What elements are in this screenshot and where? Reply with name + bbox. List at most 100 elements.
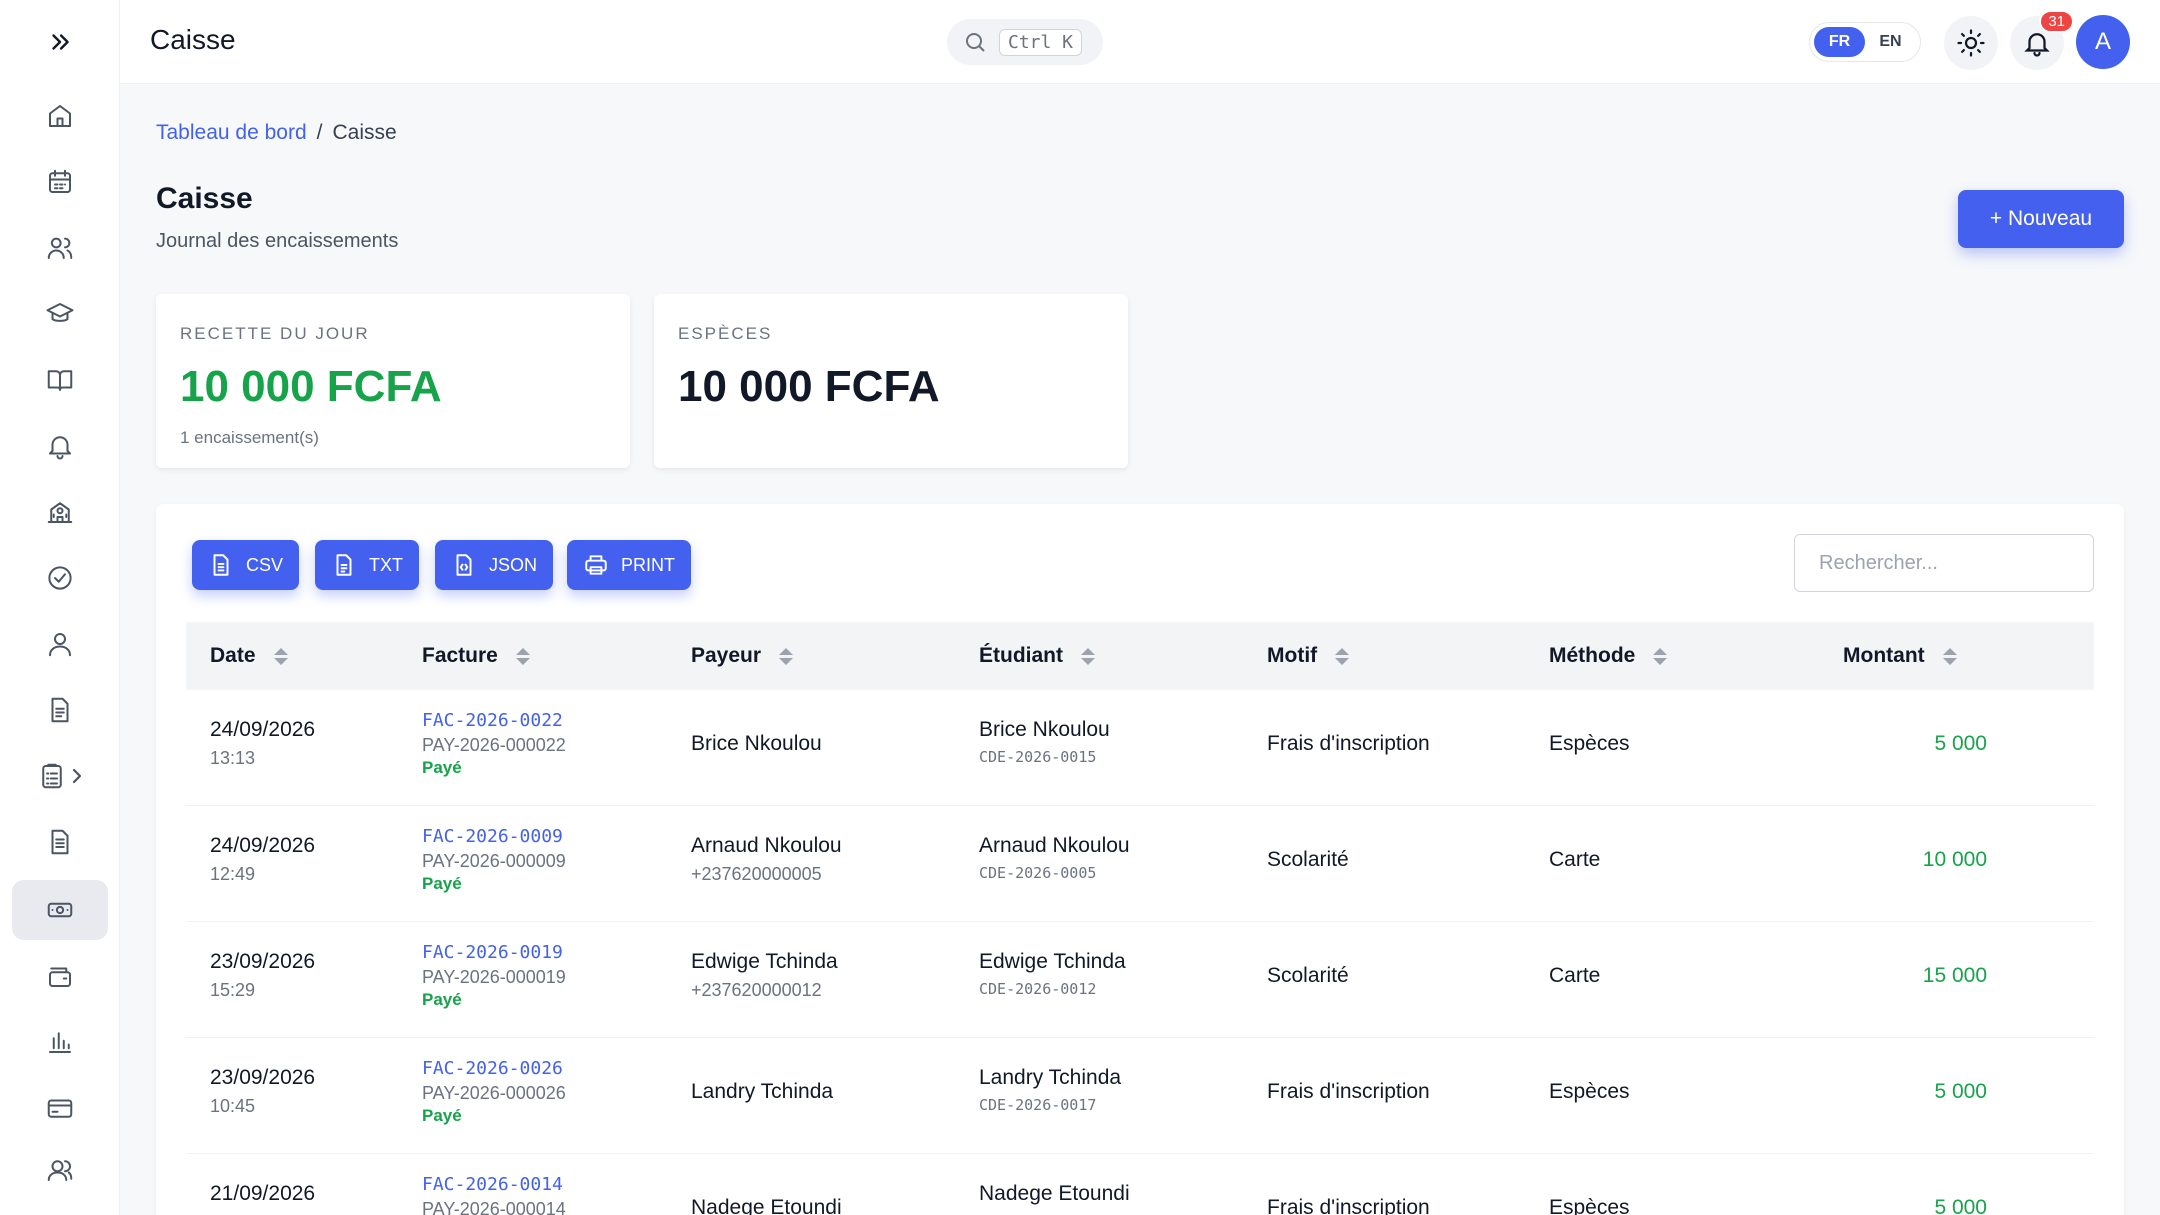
sidebar-item-graduation[interactable] (12, 284, 108, 344)
payer-name: Nadege Etoundi (691, 1196, 842, 1215)
stat-value: 10 000 FCFA (180, 362, 442, 411)
sidebar-item-school[interactable] (12, 482, 108, 542)
transactions-panel: CSV TXT JSON PRINT Date Facture Payeur É… (156, 504, 2124, 1215)
lang-fr-option[interactable]: FR (1814, 27, 1865, 57)
breadcrumb-separator: / (316, 121, 323, 144)
document-icon (51, 697, 69, 723)
column-header-method[interactable]: Méthode (1549, 622, 1668, 690)
column-header-reason[interactable]: Motif (1267, 622, 1350, 690)
cash-icon (47, 902, 73, 918)
sidebar-item-documents[interactable] (12, 680, 108, 740)
notifications-button[interactable]: 31 (2010, 10, 2074, 70)
column-label: Motif (1267, 644, 1318, 667)
breadcrumb-current: Caisse (332, 121, 397, 144)
print-button[interactable]: PRINT (567, 540, 691, 590)
column-header-student[interactable]: Étudiant (979, 622, 1095, 690)
export-csv-label: CSV (246, 554, 284, 575)
table-row[interactable]: 23/09/2026 15:29 FAC-2026-0019 PAY-2026-00… (186, 922, 2094, 1038)
table-row[interactable]: 24/09/2026 12:49 FAC-2026-0009 PAY-2026-00… (186, 806, 2094, 922)
column-header-amount[interactable]: Montant (1843, 622, 1957, 690)
sidebar-item-payments[interactable] (12, 1078, 108, 1138)
sidebar-item-reports[interactable] (12, 1012, 108, 1072)
sidebar-item-calendar[interactable] (12, 152, 108, 212)
invoice-link[interactable]: FAC-2026-0022 (422, 710, 566, 731)
cell-invoice: FAC-2026-0009 PAY-2026-000009 Payé (422, 826, 566, 894)
export-txt-button[interactable]: TXT (315, 540, 419, 590)
table-row[interactable]: 23/09/2026 10:45 FAC-2026-0026 PAY-2026-00… (186, 1038, 2094, 1154)
bar-chart-icon (49, 1032, 71, 1053)
cell-date: 23/09/2026 10:45 (210, 1066, 315, 1117)
sidebar-item-staff[interactable] (12, 1140, 108, 1200)
status-badge: Payé (422, 874, 462, 893)
date-text: 23/09/2026 (210, 1066, 316, 1089)
sidebar-item-invoices[interactable] (12, 812, 108, 872)
theme-toggle-button[interactable] (1944, 16, 1998, 70)
invoice-link[interactable]: FAC-2026-0014 (422, 1174, 566, 1195)
new-entry-button[interactable]: + Nouveau (1958, 190, 2124, 248)
sidebar-item-wallet[interactable] (12, 946, 108, 1006)
lang-en-option[interactable]: EN (1865, 27, 1916, 57)
cell-reason: Frais d'inscription (1267, 1080, 1430, 1103)
column-header-date[interactable]: Date (210, 622, 288, 690)
sidebar-item-courses[interactable] (12, 350, 108, 410)
user-avatar[interactable]: A (2076, 15, 2130, 69)
cell-method: Espèces (1549, 1196, 1630, 1215)
column-label: Payeur (691, 644, 762, 667)
export-csv-button[interactable]: CSV (192, 540, 300, 590)
users-icon (47, 237, 73, 259)
command-search-button[interactable]: Ctrl K (947, 19, 1103, 65)
sidebar-item-cashier[interactable] (12, 880, 108, 940)
shortcut-hint: Ctrl K (999, 28, 1083, 56)
sort-icon (1653, 647, 1668, 665)
stat-card-cash: ESPÈCES 10 000 FCFA (654, 294, 1128, 468)
column-label: Méthode (1549, 644, 1636, 667)
cell-date: 23/09/2026 15:29 (210, 950, 315, 1001)
student-code: CDE-2026-0017 (979, 1096, 1097, 1114)
invoice-link[interactable]: FAC-2026-0019 (422, 942, 566, 963)
sidebar-toggle-button[interactable] (0, 22, 120, 62)
sidebar-item-clipboard[interactable] (12, 746, 108, 806)
cell-method: Espèces (1549, 1080, 1630, 1103)
language-switch[interactable]: FR EN (1809, 22, 1921, 62)
sidebar-item-users[interactable] (12, 218, 108, 278)
table-row[interactable]: 21/09/2026 FAC-2026-0014 PAY-2026-000014 … (186, 1154, 2094, 1215)
column-label: Étudiant (979, 644, 1063, 667)
cell-amount: 15 000 (1922, 964, 1987, 987)
column-label: Date (210, 644, 256, 667)
clipboard-list-icon (42, 763, 62, 789)
column-header-payer[interactable]: Payeur (691, 622, 794, 690)
sort-icon (1335, 647, 1350, 665)
time-text: 12:49 (210, 864, 256, 884)
table-search-input[interactable] (1794, 534, 2094, 592)
invoice-link[interactable]: FAC-2026-0009 (422, 826, 566, 847)
sidebar-item-attendance[interactable] (12, 548, 108, 608)
student-code: CDE-2026-0012 (979, 980, 1097, 998)
date-text: 23/09/2026 (210, 950, 316, 973)
payment-ref: PAY-2026-000014 (422, 1199, 566, 1215)
stat-card-daily-revenue: RECETTE DU JOUR 10 000 FCFA 1 encaisseme… (156, 294, 630, 468)
breadcrumb: Tableau de bord / Caisse (156, 121, 397, 145)
status-badge: Payé (422, 990, 462, 1009)
table-row[interactable]: 24/09/2026 13:13 FAC-2026-0022 PAY-2026-00… (186, 690, 2094, 806)
export-json-label: JSON (489, 554, 538, 575)
cell-amount: 5 000 (1934, 1080, 1987, 1103)
sidebar (0, 0, 120, 1215)
cell-invoice: FAC-2026-0019 PAY-2026-000019 Payé (422, 942, 566, 1010)
cell-amount: 5 000 (1934, 1196, 1987, 1215)
time-text: 15:29 (210, 980, 256, 1000)
payment-ref: PAY-2026-000022 (422, 735, 566, 755)
payment-ref: PAY-2026-000009 (422, 851, 566, 871)
sidebar-item-notifications[interactable] (12, 416, 108, 476)
date-text: 21/09/2026 (210, 1182, 316, 1205)
export-json-button[interactable]: JSON (435, 540, 554, 590)
column-header-invoice[interactable]: Facture (422, 622, 530, 690)
cell-method: Espèces (1549, 732, 1630, 755)
sidebar-item-home[interactable] (12, 86, 108, 146)
invoice-link[interactable]: FAC-2026-0026 (422, 1058, 566, 1079)
cell-student: Edwige Tchinda CDE-2026-0012 (979, 950, 1126, 998)
export-txt-label: TXT (369, 554, 403, 575)
sidebar-item-profile[interactable] (12, 614, 108, 674)
student-name: Edwige Tchinda (979, 950, 1126, 973)
double-chevron-right-icon (52, 34, 69, 50)
breadcrumb-home-link[interactable]: Tableau de bord (156, 121, 307, 144)
